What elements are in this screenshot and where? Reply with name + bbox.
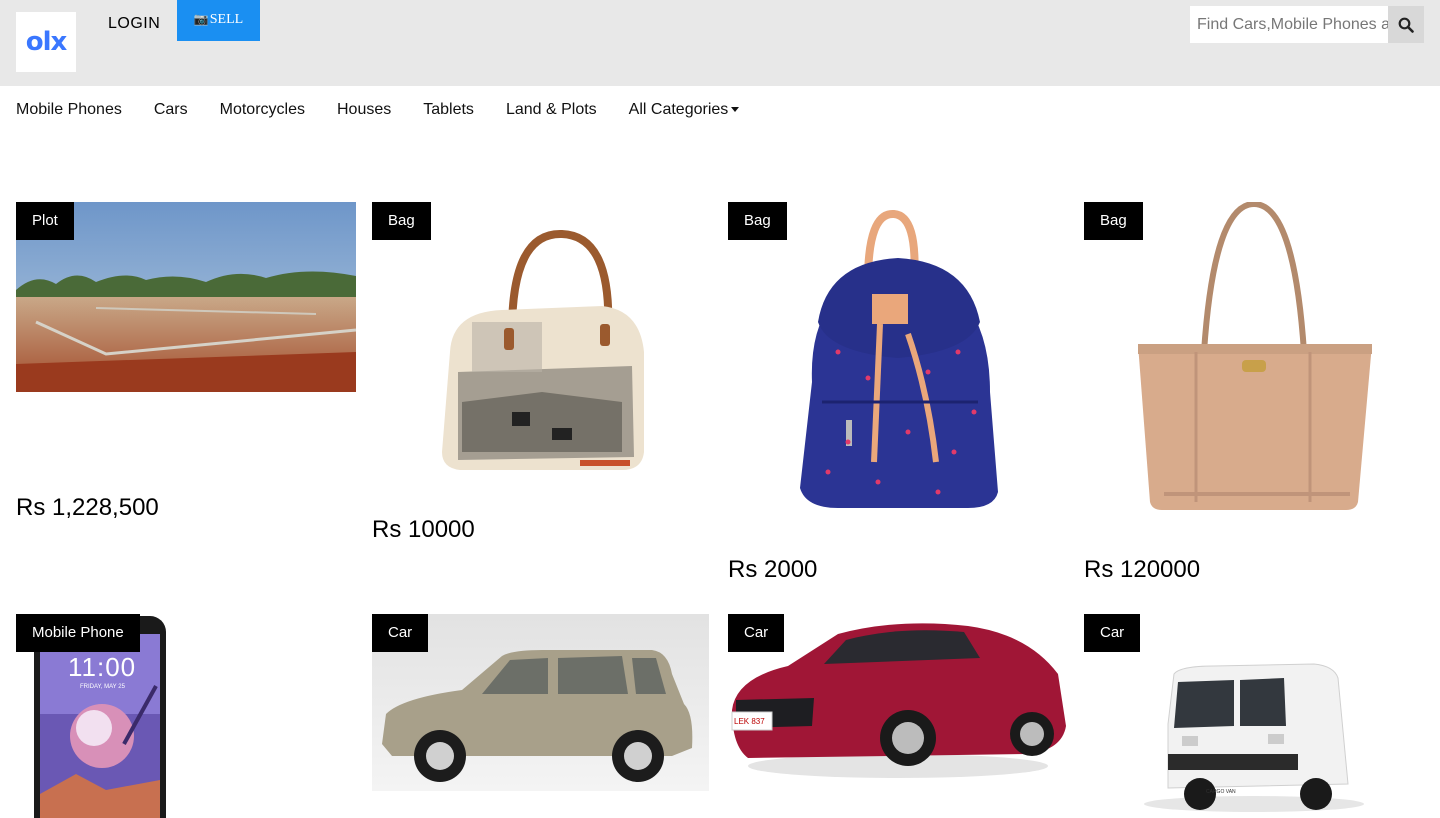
logo-text: olx xyxy=(25,27,68,57)
listing-card-backpack[interactable]: Bag Rs 2000 xyxy=(728,202,1068,592)
nav-all-categories[interactable]: All Categories xyxy=(629,101,740,119)
listing-price: Rs 2000 xyxy=(728,556,818,583)
camera-icon: 📷 xyxy=(193,12,209,26)
nav-houses[interactable]: Houses xyxy=(337,101,391,119)
listing-card-tote[interactable]: Bag Rs 120000 xyxy=(1084,202,1424,592)
top-header: olx LOGIN 📷 SELL xyxy=(0,0,1440,86)
listing-price: Rs 1,228,500 xyxy=(16,494,159,521)
category-tag: Bag xyxy=(1084,202,1143,240)
category-tag: Plot xyxy=(16,202,74,240)
tote-bag-image[interactable] xyxy=(1084,202,1424,522)
search-bar xyxy=(1190,6,1424,43)
category-tag: Car xyxy=(1084,614,1141,652)
lock-screen-time: 11:00 xyxy=(68,652,137,682)
listing-card-sedan[interactable]: LEK 837 Car xyxy=(728,614,1068,818)
nav-mobile-phones[interactable]: Mobile Phones xyxy=(16,101,122,119)
listing-price: Rs 120000 xyxy=(1084,556,1201,583)
nav-motorcycles[interactable]: Motorcycles xyxy=(220,101,305,119)
van-badge-text: CARGO VAN xyxy=(1206,789,1236,795)
listing-card-plot[interactable]: Plot Rs 1,228,500 xyxy=(16,202,356,532)
search-button[interactable] xyxy=(1388,6,1424,43)
nav-tablets[interactable]: Tablets xyxy=(423,101,474,119)
caret-down-icon xyxy=(731,107,740,112)
category-tag: Bag xyxy=(372,202,431,240)
listing-price: Rs 10000 xyxy=(372,516,475,543)
category-nav: Mobile Phones Cars Motorcycles Houses Ta… xyxy=(16,101,771,119)
sell-label: SELL xyxy=(209,12,244,27)
olx-logo[interactable]: olx xyxy=(16,12,76,72)
nav-cars[interactable]: Cars xyxy=(154,101,188,119)
license-plate-text: LEK 837 xyxy=(734,717,765,726)
listing-card-handbag[interactable]: Bag Rs 10000 xyxy=(372,202,712,552)
search-input[interactable] xyxy=(1190,6,1388,43)
nav-land-plots[interactable]: Land & Plots xyxy=(506,101,597,119)
listing-card-van[interactable]: CARGO VAN Car xyxy=(1084,614,1424,818)
sell-button[interactable]: 📷 SELL xyxy=(177,0,260,41)
backpack-image[interactable] xyxy=(728,202,1068,522)
handbag-image[interactable] xyxy=(372,202,712,502)
search-icon xyxy=(1398,17,1414,33)
login-link[interactable]: LOGIN xyxy=(108,15,160,33)
category-tag: Mobile Phone xyxy=(16,614,140,652)
listing-card-mobile-phone[interactable]: 11:00 FRIDAY, MAY 25 Mobile Phone xyxy=(16,614,356,818)
listing-card-hatchback[interactable]: Car xyxy=(372,614,712,818)
category-tag: Car xyxy=(728,614,785,652)
category-tag: Bag xyxy=(728,202,787,240)
category-tag: Car xyxy=(372,614,429,652)
nav-all-categories-label: All Categories xyxy=(628,101,729,118)
lock-screen-date: FRIDAY, MAY 25 xyxy=(80,684,125,690)
